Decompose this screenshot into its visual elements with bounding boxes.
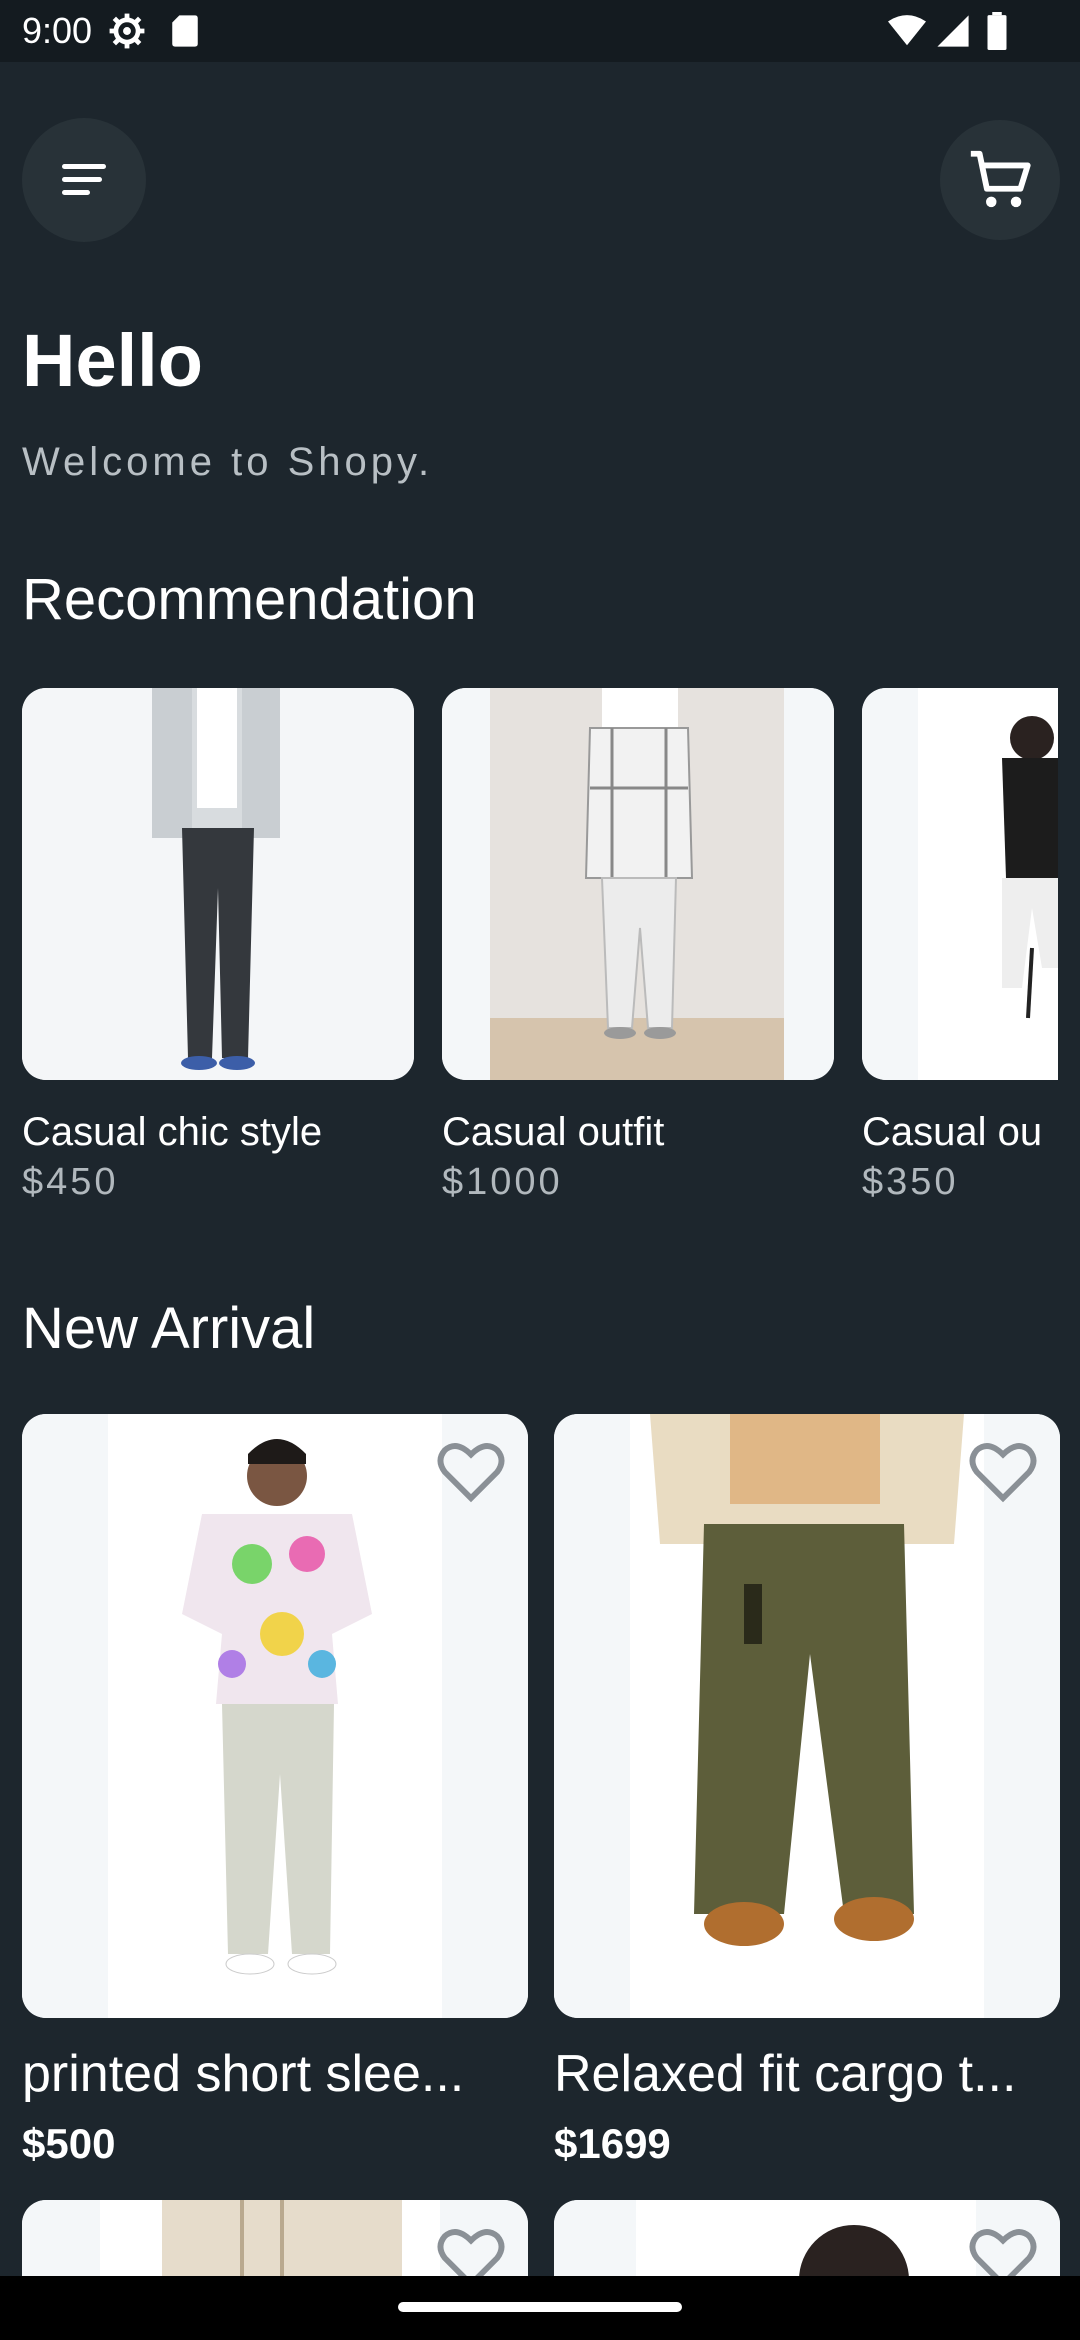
home-gesture-handle[interactable] xyxy=(398,2302,682,2312)
cart-button[interactable] xyxy=(940,120,1060,240)
product-image xyxy=(22,688,414,1080)
product-price: $1699 xyxy=(554,2120,671,2167)
settings-icon xyxy=(109,13,145,49)
product-price: $450 xyxy=(22,1161,119,1203)
product-name: Casual outfit xyxy=(442,1110,665,1154)
product-image xyxy=(554,1414,1060,2018)
sd-card-icon xyxy=(172,15,198,47)
product-name: Relaxed fit cargo t... xyxy=(554,2045,1017,2103)
heart-icon[interactable] xyxy=(436,1440,506,1504)
product-price: $1000 xyxy=(442,1161,563,1203)
product-name: Casual chic style xyxy=(22,1110,323,1154)
wifi-icon xyxy=(888,15,926,46)
heart-icon[interactable] xyxy=(968,1440,1038,1504)
new-arrival-card[interactable]: Relaxed fit cargo t... $1699 xyxy=(554,1414,1060,2168)
signal-icon xyxy=(937,15,969,47)
battery-icon xyxy=(987,12,1007,50)
product-image xyxy=(442,688,834,1080)
menu-button[interactable] xyxy=(22,118,146,242)
recommendation-card[interactable]: Casual ou $350 xyxy=(862,688,1058,1204)
status-time: 9:00 xyxy=(22,10,93,51)
recommendation-card[interactable]: Casual chic style $450 xyxy=(22,688,414,1204)
cart-icon xyxy=(970,150,1031,208)
product-name: Casual ou xyxy=(862,1110,1043,1154)
product-image xyxy=(862,688,1058,1080)
new-arrival-title: New Arrival xyxy=(22,1296,316,1361)
menu-icon xyxy=(62,164,106,195)
product-image xyxy=(22,1414,528,2018)
recommendation-carousel[interactable]: Casual chic style $450 Casual outfit $10… xyxy=(22,688,1058,1208)
recommendation-title: Recommendation xyxy=(22,567,477,632)
product-name: printed short slee... xyxy=(22,2045,465,2103)
greeting-subtitle: Welcome to Shopy. xyxy=(22,440,434,484)
product-price: $350 xyxy=(862,1161,959,1203)
recommendation-card[interactable]: Casual outfit $1000 xyxy=(442,688,834,1204)
new-arrival-card[interactable]: printed short slee... $500 xyxy=(22,1414,528,2168)
product-price: $500 xyxy=(22,2120,116,2167)
status-bar: 9:00 xyxy=(0,0,1080,62)
greeting-title: Hello xyxy=(22,319,203,402)
